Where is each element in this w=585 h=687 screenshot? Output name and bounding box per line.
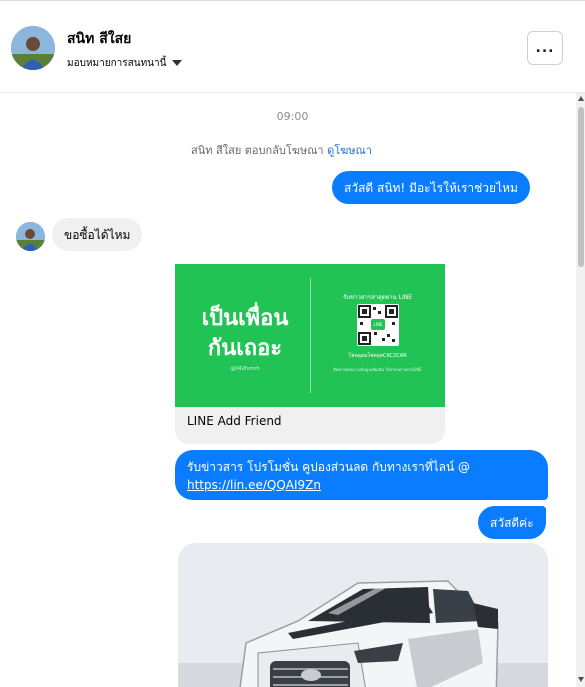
incoming-message[interactable]: ขอซื้อได้ไหม — [52, 218, 143, 251]
line-promo-image: เป็นเพื่อน กันเถอะ @042fvmrh รับข่าวสารล… — [175, 264, 445, 407]
divider — [310, 278, 311, 393]
ad-reply-notice: สนิท สีใสย ตอบกลับโฆษณา ดูโฆษณา — [0, 141, 563, 159]
caret-down-icon — [172, 60, 183, 66]
scroll-down-arrow-icon[interactable] — [578, 677, 584, 682]
line-promo-note: ติดตามสอบถามข้อมูลเพิ่มเติม ได้ง่ายๆผ่าน… — [333, 367, 422, 372]
card-title: LINE Add Friend — [187, 414, 282, 428]
sender-avatar[interactable] — [16, 222, 45, 251]
qr-code-icon: LINE — [357, 304, 399, 346]
outgoing-message[interactable]: สวัสดี สนิท! มีอะไรให้เราช่วยไหม — [332, 171, 530, 204]
qr-line-label: LINE — [373, 322, 383, 327]
pickup-truck-image — [178, 543, 548, 687]
message-timestamp: 09:00 — [276, 110, 309, 123]
line-promo-account: โชคอุดมโชคยุคCKC2CAR — [348, 353, 407, 359]
message-thread[interactable]: 09:00 สนิท สีใสย ตอบกลับโฆษณา ดูโฆษณา สว… — [0, 93, 585, 687]
view-ad-link[interactable]: ดูโฆษณา — [327, 144, 372, 157]
car-photo-attachment[interactable] — [178, 543, 548, 687]
contact-name[interactable]: สนิท สีใสย — [67, 28, 131, 50]
chat-scrollbar[interactable] — [576, 93, 585, 687]
more-options-button[interactable]: ... — [527, 31, 563, 65]
outgoing-message[interactable]: สวัสดีค่ะ — [478, 506, 546, 539]
scroll-up-arrow-icon[interactable] — [578, 96, 584, 101]
line-promo-headline: เป็นเพื่อน กันเถอะ — [201, 306, 289, 361]
line-url-link[interactable]: https://lin.ee/QQAI9Zn — [187, 478, 321, 492]
conversation-header: สนิท สีใสย มอบหมายการสนทนานี้ ... — [0, 4, 585, 93]
assign-label: มอบหมายการสนทนานี้ — [67, 58, 167, 69]
scrollbar-thumb[interactable] — [578, 107, 584, 267]
ad-reply-text: สนิท สีใสย ตอบกลับโฆษณา — [191, 144, 324, 157]
line-promo-subtitle: รับข่าวสารล่าสุดผ่าน LINE — [342, 294, 412, 301]
message-text: รับข่าวสาร โปรโมชั่น คูปองส่วนลด กับทางเ… — [187, 460, 471, 474]
line-add-friend-card[interactable]: เป็นเพื่อน กันเถอะ @042fvmrh รับข่าวสารล… — [175, 264, 445, 444]
line-handle: @042fvmrh — [230, 366, 260, 372]
outgoing-message-with-link[interactable]: รับข่าวสาร โปรโมชั่น คูปองส่วนลด กับทางเ… — [175, 450, 548, 500]
contact-avatar[interactable] — [11, 26, 55, 70]
assign-conversation-dropdown[interactable]: มอบหมายการสนทนานี้ — [67, 56, 183, 71]
